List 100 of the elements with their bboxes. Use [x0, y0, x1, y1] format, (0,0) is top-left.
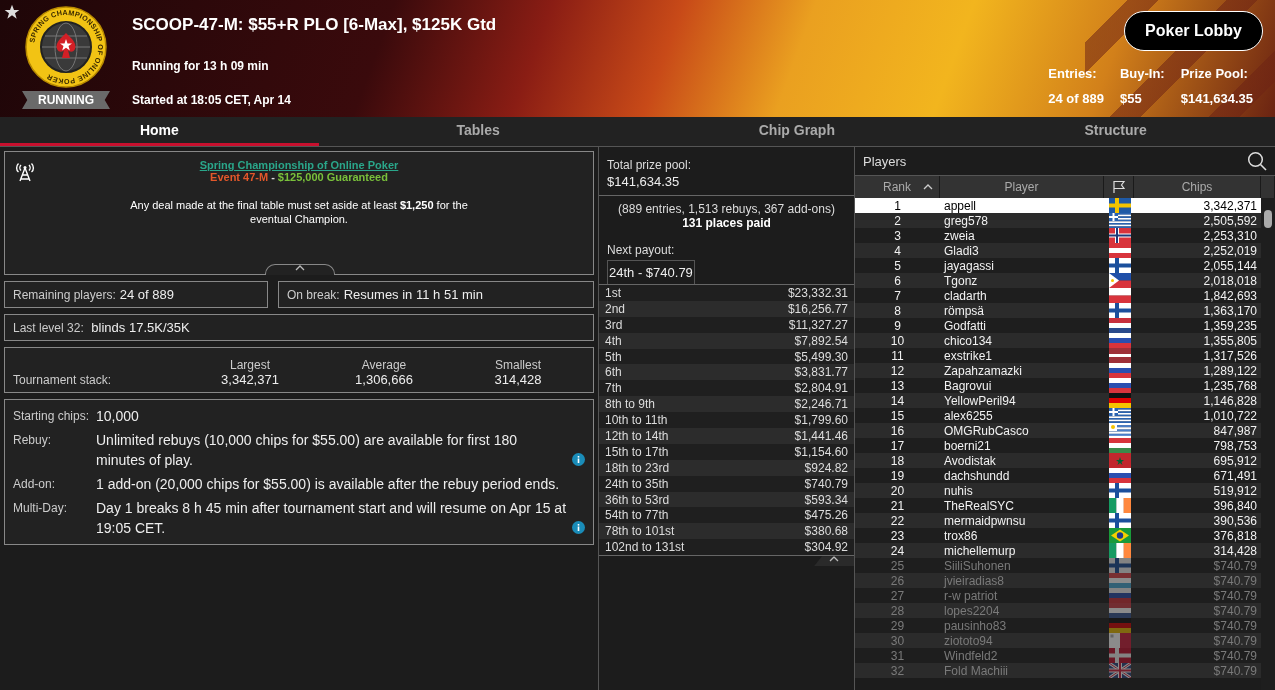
player-name: exstrike1 — [943, 348, 994, 363]
player-row[interactable]: 12 Zapahzamazki 1,289,122 — [855, 363, 1261, 378]
search-icon[interactable] — [1247, 151, 1267, 171]
country-flag-icon — [1109, 558, 1131, 573]
chips-cell-text: 2,055,144 — [1202, 258, 1258, 273]
tab[interactable]: Chip Graph — [637, 117, 957, 146]
player-name: jvieiradias8 — [942, 573, 1006, 588]
chips-cell-text: 2,252,019 — [1202, 243, 1258, 258]
chips-cell-text: 1,355,805 — [1202, 333, 1258, 348]
rank-cell-text: 9 — [893, 318, 902, 333]
info-icon[interactable] — [572, 453, 585, 466]
stat-value: 24 of 889 — [1048, 91, 1104, 106]
payout-place: 12th to 14th — [605, 428, 669, 443]
payout-place: 78th to 101st — [605, 524, 675, 539]
payout-amount: $2,246.71 — [794, 397, 848, 412]
player-row[interactable]: 6 Tgonz 2,018,018 — [855, 273, 1261, 288]
country-flag-icon — [1109, 243, 1131, 258]
chips-cell-text: $740.79 — [1212, 633, 1258, 648]
player-name: nuhis — [943, 483, 974, 498]
country-flag-icon — [1109, 633, 1131, 648]
chips-cell-text: $740.79 — [1212, 558, 1258, 573]
player-name: greg578 — [943, 213, 990, 228]
player-name: Tgonz — [943, 273, 979, 288]
player-name: cladarth — [943, 288, 988, 303]
player-row[interactable]: 10 chico134 1,355,805 — [855, 333, 1261, 348]
player-row[interactable]: 2 greg578 2,505,592 — [855, 213, 1261, 228]
rank-cell-text: 30 — [889, 633, 906, 648]
player-row[interactable]: 22 mermaidpwnsu 390,536 — [855, 513, 1261, 528]
player-row[interactable]: 14 YellowPeril94 1,146,828 — [855, 393, 1261, 408]
player-name: Gladi3 — [943, 243, 980, 258]
payout-amount: $11,327.27 — [788, 317, 848, 332]
rank-cell-text: 31 — [889, 648, 906, 663]
payout-amount: $740.79 — [804, 476, 848, 491]
chips-cell-text: 519,912 — [1212, 483, 1258, 498]
country-flag-icon — [1109, 543, 1131, 558]
country-flag-icon — [1109, 393, 1131, 408]
chips-cell-text: $740.79 — [1212, 663, 1258, 678]
running-time: Running for 13 h 09 min — [132, 59, 270, 73]
player-name: pausinho83 — [943, 618, 1008, 633]
next-payout-label: Next payout: — [607, 243, 675, 257]
tab[interactable]: Tables — [318, 117, 638, 146]
collapse-button[interactable] — [814, 556, 854, 567]
payout-amount: $1,441.46 — [794, 428, 848, 443]
player-row[interactable]: 16 OMGRubCasco 847,987 — [855, 423, 1261, 438]
rank-cell-text: 20 — [889, 483, 906, 498]
player-name: Fold Machiii — [943, 663, 1010, 678]
player-name: r-w patriot — [943, 588, 999, 603]
rank-cell-text: 18 — [889, 453, 906, 468]
tab[interactable]: Structure — [956, 117, 1275, 146]
info-icon[interactable] — [572, 521, 585, 534]
rank-cell-text: 1 — [893, 198, 902, 213]
rank-cell-text: 26 — [889, 573, 906, 588]
payout-amount: $1,799.60 — [794, 413, 848, 428]
rank-cell-text: 32 — [889, 663, 906, 678]
player-row[interactable]: 1 appell 3,342,371 — [855, 198, 1261, 213]
detail-label: Rebuy: — [13, 432, 53, 449]
break-label: On break: — [287, 287, 340, 302]
player-row[interactable]: 24 michellemurp 314,428 — [855, 543, 1261, 558]
payout-place: 54th to 77th — [605, 508, 669, 523]
rank-cell-text: 16 — [889, 423, 906, 438]
collapse-button[interactable] — [265, 264, 335, 275]
detail-value: Unlimited rebuys (10,000 chips for $55.00) are available for first 180 minutes of play. — [96, 431, 518, 470]
player-row[interactable]: 4 Gladi3 2,252,019 — [855, 243, 1261, 258]
chips-cell-text: 671,491 — [1212, 468, 1258, 483]
star-icon[interactable] — [4, 4, 20, 20]
rank-cell-text: 17 — [889, 438, 906, 453]
player-name: michellemurp — [943, 543, 1017, 558]
country-flag-icon — [1109, 483, 1131, 498]
player-row[interactable]: 8 römpsä 1,363,170 — [855, 303, 1261, 318]
chips-cell-text: 2,505,592 — [1202, 213, 1258, 228]
player-name: mermaidpwnsu — [943, 513, 1027, 528]
break-value: Resumes in 11 h 51 min — [343, 287, 483, 302]
poker-lobby-button[interactable]: Poker Lobby — [1124, 11, 1263, 51]
chips-cell-text: $740.79 — [1212, 573, 1258, 588]
payout-place: 8th to 9th — [605, 397, 656, 412]
payout-place: 102nd to 131st — [605, 540, 685, 555]
stack-value: 3,342,371 — [221, 372, 279, 387]
next-payout-value: 24th - $740.79 — [607, 260, 695, 284]
player-row[interactable]: 18 Avodistak 695,912 — [855, 453, 1261, 468]
rank-cell-text: 19 — [889, 468, 906, 483]
payout-amount: $380.68 — [804, 524, 848, 539]
series-link[interactable]: Spring Championship of Online Poker — [199, 159, 399, 171]
rank-cell-text: 23 — [889, 528, 906, 543]
chips-cell-text: $740.79 — [1212, 603, 1258, 618]
level-value: blinds 17.5K/35K — [90, 320, 190, 335]
payout-amount: $5,499.30 — [794, 349, 848, 364]
rank-cell-text: 3 — [893, 228, 902, 243]
rank-cell-text: 25 — [889, 558, 906, 573]
flag-icon[interactable] — [1111, 180, 1126, 194]
payout-place: 24th to 35th — [605, 476, 669, 491]
rank-cell-text: 6 — [893, 273, 902, 288]
detail-label: Multi-Day: — [13, 500, 68, 517]
rank-cell-text: 22 — [889, 513, 906, 528]
player-row[interactable]: 20 nuhis 519,912 — [855, 483, 1261, 498]
detail-value: 10,000 — [96, 407, 139, 426]
chips-cell-text: 390,536 — [1212, 513, 1258, 528]
rank-cell-text: 2 — [893, 213, 902, 228]
rank-cell-text: 27 — [889, 588, 906, 603]
tab[interactable]: Home — [0, 117, 319, 146]
caret-icon — [295, 265, 305, 271]
